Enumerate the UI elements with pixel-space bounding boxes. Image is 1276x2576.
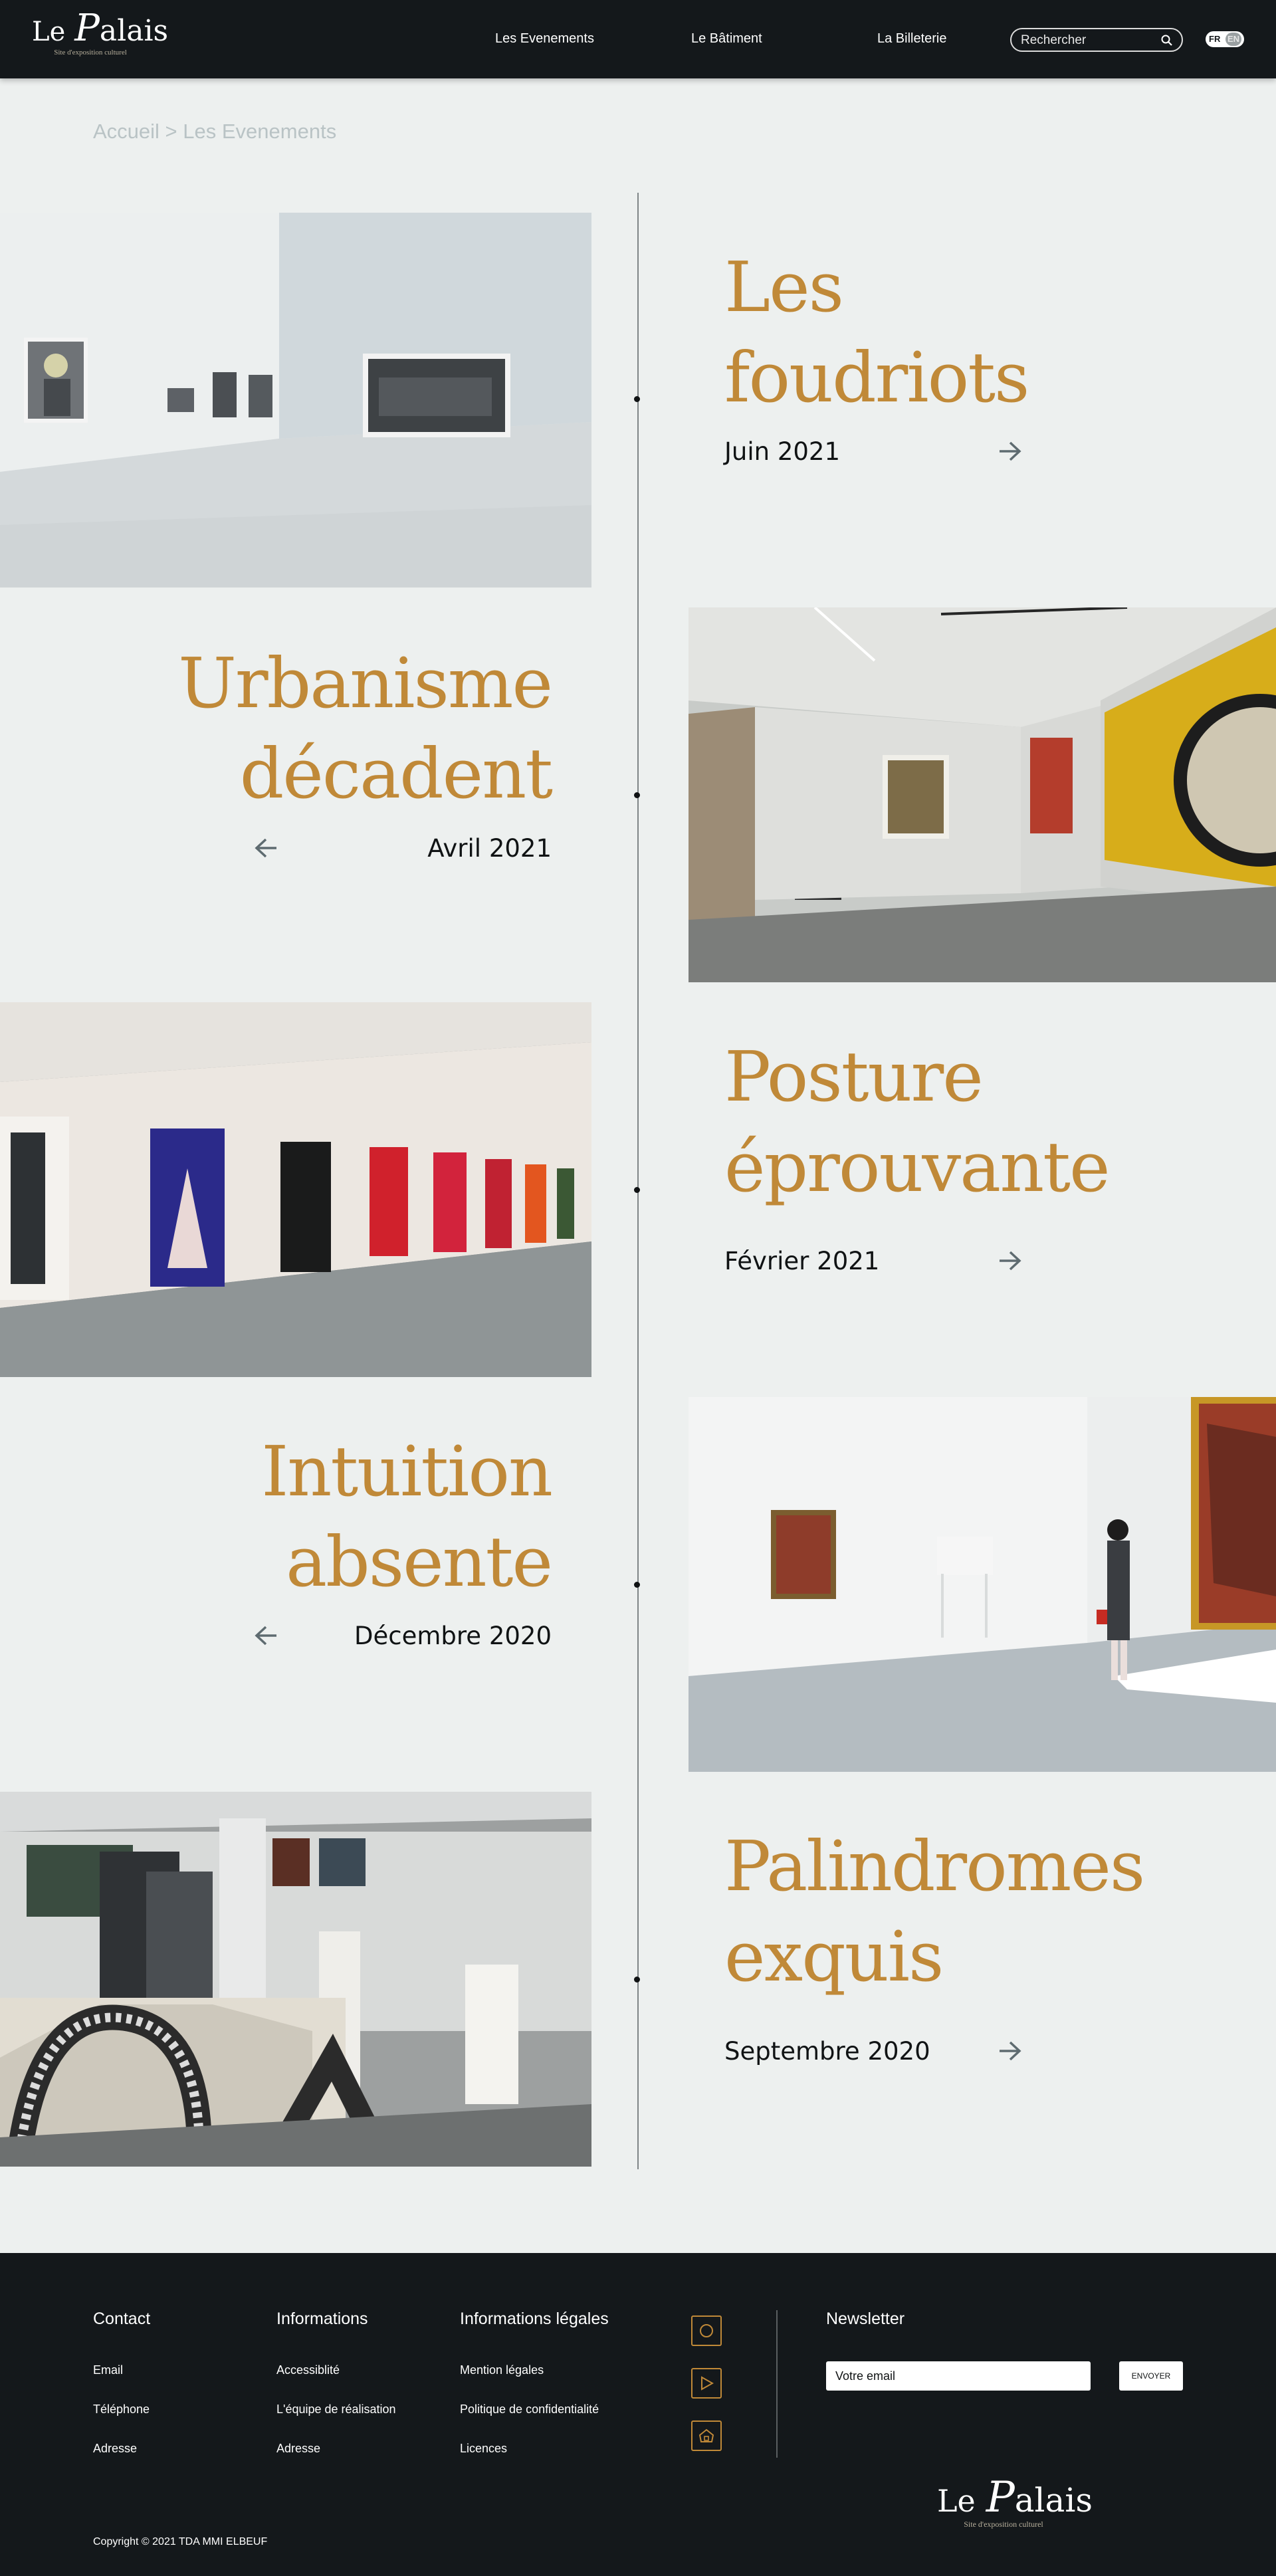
arrow-left-icon[interactable] <box>253 1624 279 1648</box>
newsletter-email-field[interactable] <box>826 2361 1091 2391</box>
logo-tagline: Site d'exposition culturel <box>54 49 127 56</box>
breadcrumb-current: Les Evenements <box>183 120 337 143</box>
footer-heading-contact: Contact <box>93 2309 151 2328</box>
footer-link-confidentialite[interactable]: Politique de confidentialité <box>460 2403 599 2416</box>
event-photo-gallery-4[interactable] <box>689 1397 1276 1772</box>
event-photo-gallery-1[interactable] <box>0 213 591 588</box>
footer-logo[interactable]: Le Palais Site d'exposition culturel <box>937 2473 1093 2529</box>
newsletter-heading: Newsletter <box>826 2309 905 2328</box>
title-line: éprouvante <box>724 1127 1111 1208</box>
title-line: foudriots <box>724 337 1029 418</box>
title-line: Urbanisme <box>178 643 553 724</box>
event-photo-gallery-5[interactable] <box>0 1792 591 2167</box>
logo-wordmark: Le Palais <box>937 2473 1093 2522</box>
site-footer: Contact Email Téléphone Adresse Informat… <box>0 2253 1276 2576</box>
lang-en[interactable]: EN <box>1225 33 1241 46</box>
title-line: Palindromes <box>724 1826 1145 1907</box>
arrow-right-icon[interactable] <box>997 439 1023 463</box>
lang-fr[interactable]: FR <box>1209 34 1220 44</box>
arrow-left-icon[interactable] <box>253 836 279 860</box>
arrow-right-icon[interactable] <box>997 1249 1023 1273</box>
timeline-line <box>637 193 639 2169</box>
title-line: absente <box>286 1521 553 1602</box>
breadcrumb-home[interactable]: Accueil <box>93 120 160 143</box>
event-title[interactable]: Urbanisme décadent <box>20 638 553 819</box>
footer-link-adresse-2[interactable]: Adresse <box>276 2442 320 2456</box>
event-date: Avril 2021 <box>427 834 552 863</box>
instagram-icon[interactable] <box>691 2315 722 2346</box>
title-line: Posture <box>724 1036 984 1117</box>
title-line: décadent <box>239 733 553 814</box>
newsletter-submit-button[interactable]: ENVOYER <box>1119 2361 1183 2391</box>
footer-link-accessibilite[interactable]: Accessiblité <box>276 2363 340 2377</box>
timeline-dot <box>634 396 640 402</box>
breadcrumb: Accueil > Les Evenements <box>93 120 336 144</box>
title-line: Les <box>724 247 844 328</box>
event-photo-gallery-2[interactable] <box>689 607 1276 982</box>
nav-la-billeterie[interactable]: La Billeterie <box>877 31 947 47</box>
footer-heading-informations-legales: Informations légales <box>460 2309 609 2328</box>
footer-link-licences[interactable]: Licences <box>460 2442 507 2456</box>
event-date: Juin 2021 <box>724 437 841 466</box>
timeline-dot <box>634 1187 640 1193</box>
event-title[interactable]: Les foudriots <box>724 242 1256 423</box>
title-line: exquis <box>724 1916 944 1997</box>
footer-link-email[interactable]: Email <box>93 2363 123 2377</box>
footer-link-equipe[interactable]: L'équipe de réalisation <box>276 2403 396 2416</box>
event-date: Décembre 2020 <box>354 1622 552 1650</box>
nav-les-evenements[interactable]: Les Evenements <box>495 31 594 47</box>
event-date: Février 2021 <box>724 1247 880 1275</box>
timeline-dot <box>634 1977 640 1983</box>
timeline-dot <box>634 792 640 798</box>
search-icon[interactable] <box>1160 34 1174 47</box>
language-toggle[interactable]: FR EN <box>1206 31 1244 47</box>
event-photo-gallery-3[interactable] <box>0 1002 591 1377</box>
event-date: Septembre 2020 <box>724 2037 930 2066</box>
logo-tagline: Site d'exposition culturel <box>964 2520 1043 2529</box>
search-input[interactable] <box>1021 33 1154 48</box>
event-title[interactable]: Palindromes exquis <box>724 1821 1256 2002</box>
logo-wordmark: Le Palais <box>32 7 169 50</box>
event-title[interactable]: Intuition absente <box>20 1426 553 1607</box>
nav-le-batiment[interactable]: Le Bâtiment <box>691 31 762 47</box>
footer-divider <box>776 2310 778 2458</box>
title-line: Intuition <box>261 1431 553 1512</box>
footer-link-mentions-legales[interactable]: Mention légales <box>460 2363 544 2377</box>
header-logo[interactable]: Le Palais Site d'exposition culturel <box>32 7 169 57</box>
footer-link-adresse[interactable]: Adresse <box>93 2442 137 2456</box>
arrow-right-icon[interactable] <box>997 2039 1023 2063</box>
timeline-dot <box>634 1582 640 1588</box>
footer-heading-informations: Informations <box>276 2309 368 2328</box>
event-title[interactable]: Posture éprouvante <box>724 1031 1256 1212</box>
footer-link-telephone[interactable]: Téléphone <box>93 2403 150 2416</box>
copyright-text: Copyright © 2021 TDA MMI ELBEUF <box>93 2536 268 2547</box>
site-header: Le Palais Site d'exposition culturel Les… <box>0 0 1276 78</box>
youtube-icon[interactable] <box>691 2368 722 2399</box>
breadcrumb-separator: > <box>159 120 183 143</box>
home-icon[interactable] <box>691 2420 722 2451</box>
search-box <box>1010 28 1183 52</box>
